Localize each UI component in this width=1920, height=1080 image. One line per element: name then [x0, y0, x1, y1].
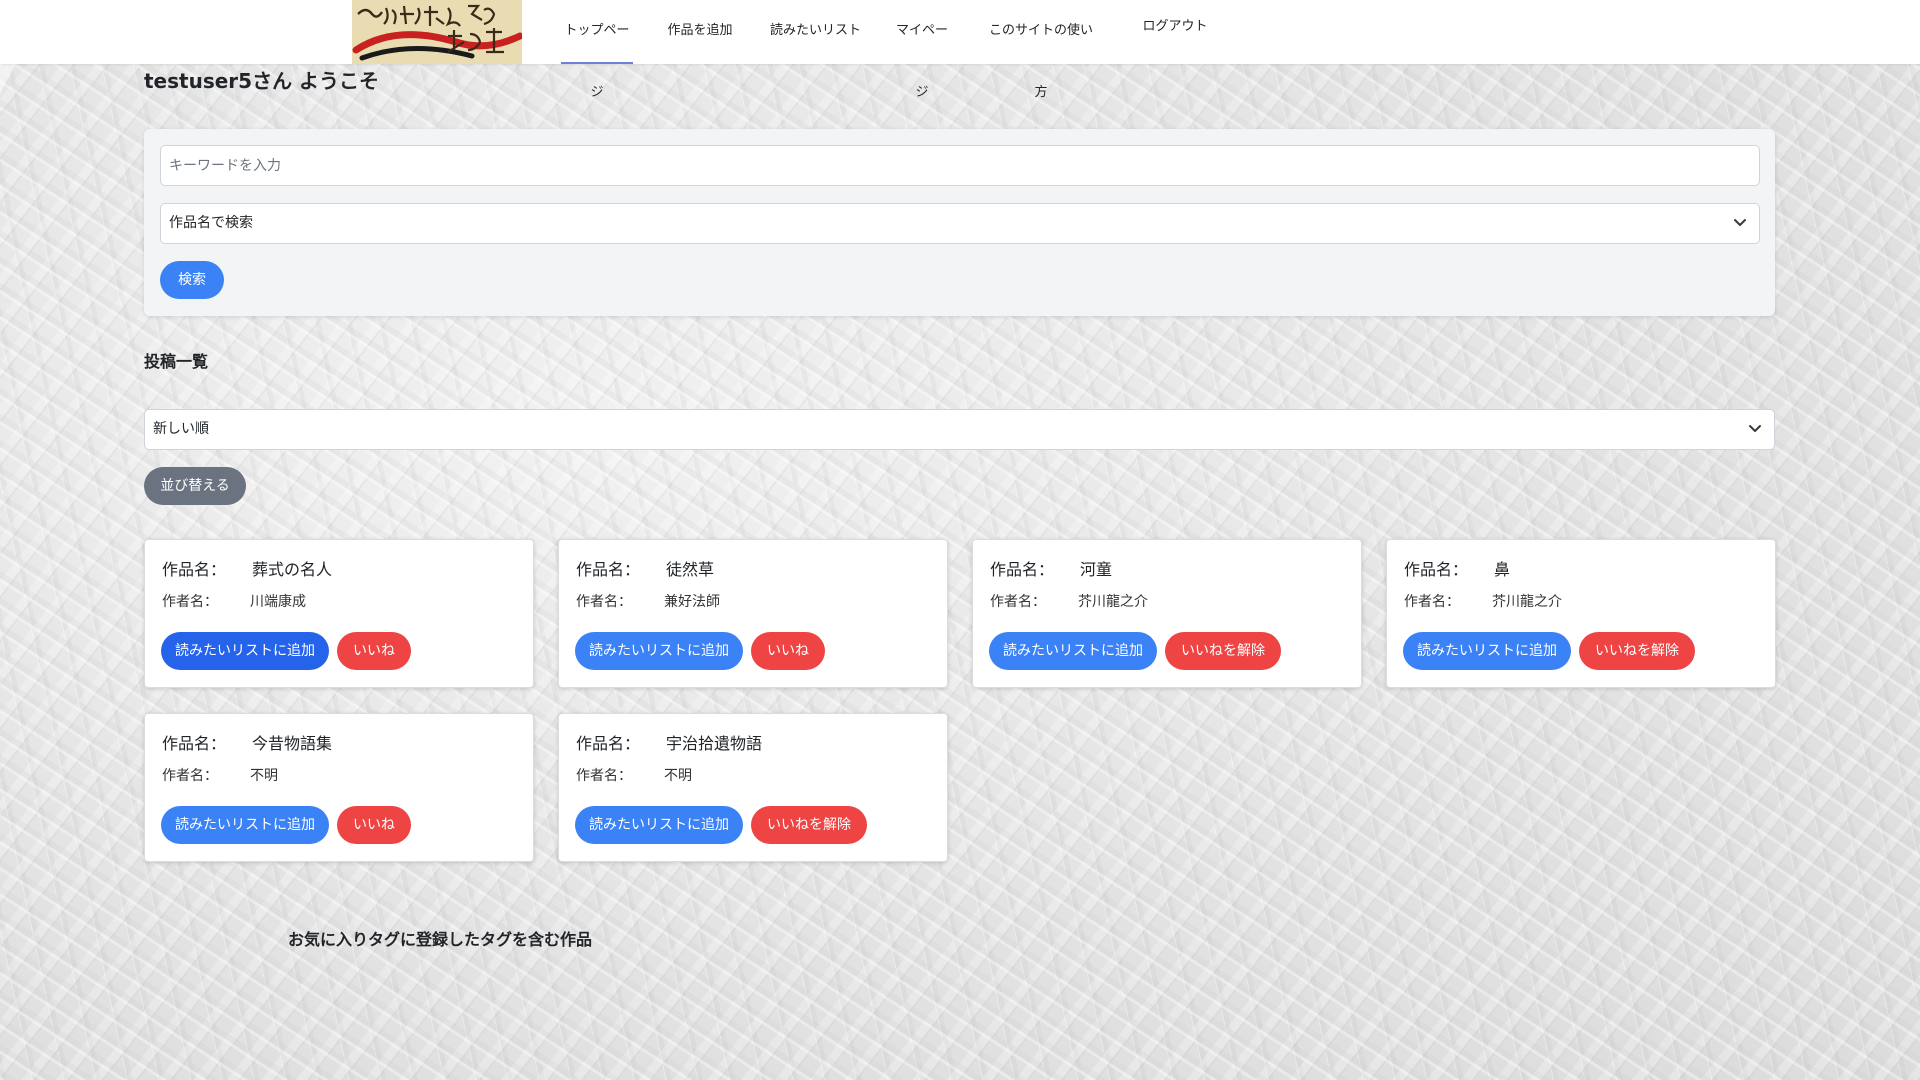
work-title-value: 宇治拾遺物語 [666, 734, 763, 753]
chevron-down-icon [1733, 204, 1747, 243]
work-author-label: 作者名： [162, 768, 218, 784]
unlike-button[interactable]: いいねを解除 [1579, 632, 1695, 670]
work-card: 作品名： 河童 作者名： 芥川龍之介 読みたいリストに追加 いいねを解除 [972, 539, 1362, 688]
work-author-label: 作者名： [1404, 594, 1460, 610]
work-author-label: 作者名： [576, 768, 632, 784]
site-logo-image [352, 0, 522, 64]
work-title: 作品名： 鼻 [1404, 558, 1510, 582]
work-author-value: 兼好法師 [664, 594, 720, 610]
work-title-label: 作品名： [162, 560, 227, 579]
work-author: 作者名： 兼好法師 [576, 592, 720, 612]
work-title: 作品名： 宇治拾遺物語 [576, 732, 762, 756]
work-title: 作品名： 葬式の名人 [162, 558, 332, 582]
work-author-value: 川端康成 [250, 594, 306, 610]
work-card: 作品名： 今昔物語集 作者名： 不明 読みたいリストに追加 いいね [144, 713, 534, 862]
work-card: 作品名： 葬式の名人 作者名： 川端康成 読みたいリストに追加 いいね [144, 539, 534, 688]
like-button[interactable]: いいね [337, 632, 411, 670]
nav-my-page[interactable]: マイページ [890, 0, 954, 100]
nav-logout[interactable]: ログアウト [1142, 0, 1208, 64]
work-title-label: 作品名： [576, 734, 641, 753]
work-author: 作者名： 不明 [162, 766, 278, 786]
work-author-label: 作者名： [576, 594, 632, 610]
like-button[interactable]: いいね [337, 806, 411, 844]
nav-top-page[interactable]: トップページ [561, 0, 633, 100]
add-to-reading-list-button[interactable]: 読みたいリストに追加 [575, 806, 743, 844]
work-title-value: 河童 [1080, 560, 1113, 579]
work-author-value: 不明 [250, 768, 278, 784]
work-author-value: 芥川龍之介 [1078, 594, 1148, 610]
work-title-label: 作品名： [576, 560, 641, 579]
work-title-value: 鼻 [1494, 560, 1511, 579]
sort-button[interactable]: 並び替える [144, 467, 246, 505]
search-type-select[interactable]: 作品名で検索 [160, 203, 1760, 244]
work-card: 作品名： 徒然草 作者名： 兼好法師 読みたいリストに追加 いいね [558, 539, 948, 688]
add-to-reading-list-button[interactable]: 読みたいリストに追加 [1403, 632, 1571, 670]
search-type-value: 作品名で検索 [169, 215, 253, 231]
work-title-value: 今昔物語集 [252, 734, 333, 753]
work-title: 作品名： 今昔物語集 [162, 732, 332, 756]
favorite-tag-works-heading: お気に入りタグに登録したタグを含む作品 [288, 930, 593, 949]
work-author-value: 芥川龍之介 [1492, 594, 1562, 610]
work-title: 作品名： 徒然草 [576, 558, 714, 582]
work-author: 作者名： 芥川龍之介 [1404, 592, 1562, 612]
work-author-value: 不明 [664, 768, 692, 784]
work-author: 作者名： 川端康成 [162, 592, 306, 612]
work-author: 作者名： 芥川龍之介 [990, 592, 1148, 612]
navbar: トップページ 作品を追加 読みたいリスト マイページ このサイトの使い方 ログア… [0, 0, 1920, 100]
work-card: 作品名： 鼻 作者名： 芥川龍之介 読みたいリストに追加 いいねを解除 [1386, 539, 1776, 688]
work-title-label: 作品名： [990, 560, 1055, 579]
sort-order-select[interactable]: 新しい順 [144, 409, 1775, 450]
sort-order-value: 新しい順 [153, 421, 209, 437]
chevron-down-icon [1748, 410, 1762, 449]
welcome-message: testuser5さん ようこそ [144, 69, 380, 93]
nav-add-work[interactable]: 作品を追加 [663, 0, 737, 64]
work-author-label: 作者名： [990, 594, 1046, 610]
keyword-input[interactable] [160, 145, 1760, 186]
nav-how-to-use[interactable]: このサイトの使い方 [985, 0, 1097, 100]
like-button[interactable]: いいね [751, 632, 825, 670]
work-card: 作品名： 宇治拾遺物語 作者名： 不明 読みたいリストに追加 いいねを解除 [558, 713, 948, 862]
add-to-reading-list-button[interactable]: 読みたいリストに追加 [575, 632, 743, 670]
add-to-reading-list-button[interactable]: 読みたいリストに追加 [161, 632, 329, 670]
site-logo[interactable] [352, 0, 522, 64]
posts-heading: 投稿一覧 [144, 352, 209, 371]
work-title: 作品名： 河童 [990, 558, 1112, 582]
add-to-reading-list-button[interactable]: 読みたいリストに追加 [989, 632, 1157, 670]
work-title-value: 葬式の名人 [252, 560, 333, 579]
unlike-button[interactable]: いいねを解除 [1165, 632, 1281, 670]
unlike-button[interactable]: いいねを解除 [751, 806, 867, 844]
add-to-reading-list-button[interactable]: 読みたいリストに追加 [161, 806, 329, 844]
work-author: 作者名： 不明 [576, 766, 692, 786]
search-panel: 作品名で検索 検索 [144, 129, 1775, 316]
work-title-label: 作品名： [162, 734, 227, 753]
search-button[interactable]: 検索 [160, 261, 224, 299]
work-title-label: 作品名： [1404, 560, 1469, 579]
nav-reading-list[interactable]: 読みたいリスト [770, 0, 861, 64]
work-title-value: 徒然草 [666, 560, 715, 579]
work-author-label: 作者名： [162, 594, 218, 610]
